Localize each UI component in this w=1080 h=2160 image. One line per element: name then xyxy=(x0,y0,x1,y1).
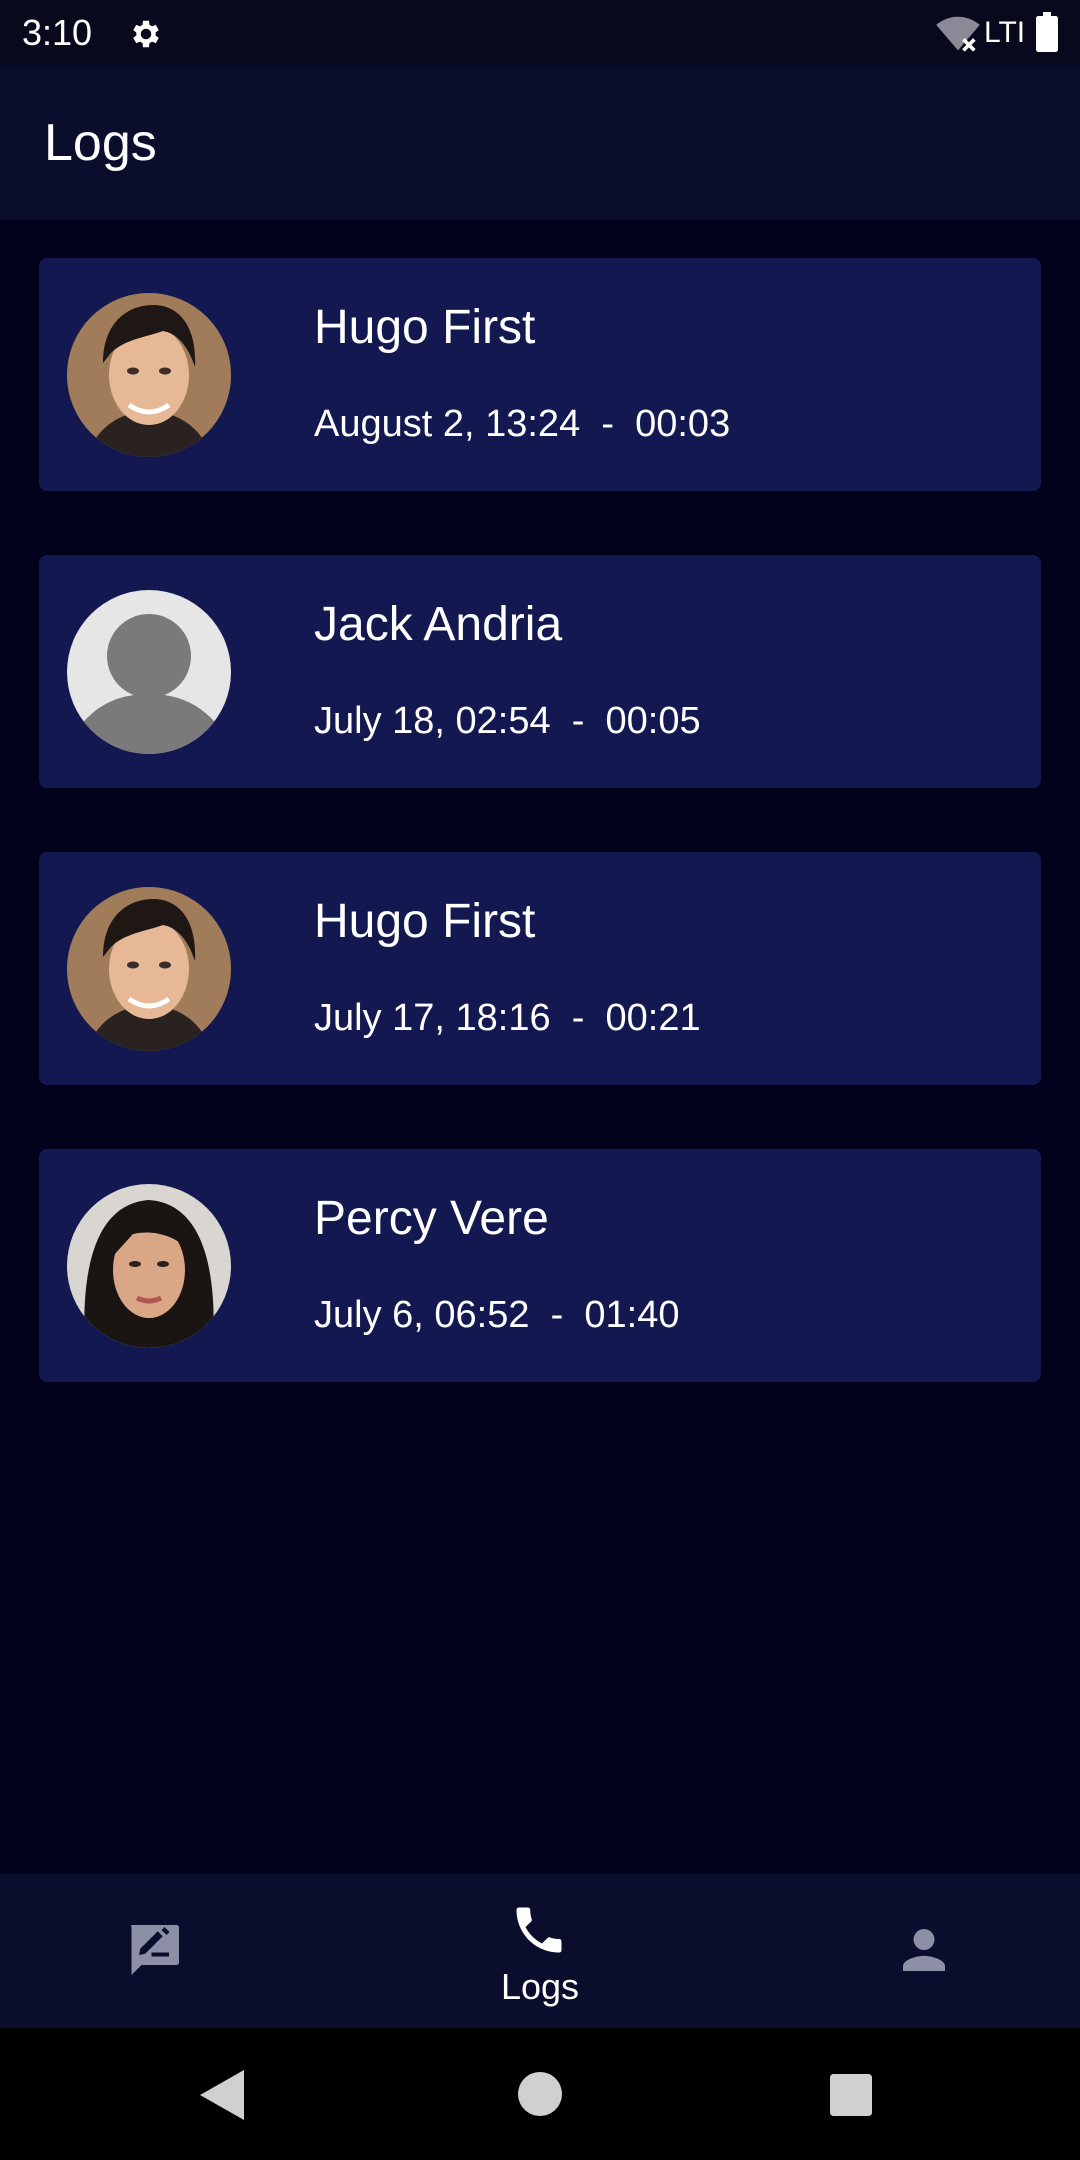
phone-icon xyxy=(516,1907,562,1953)
call-duration: 00:03 xyxy=(635,403,731,445)
battery-icon xyxy=(1036,12,1058,52)
person-icon xyxy=(903,1929,945,1971)
meta-separator: - xyxy=(550,700,606,742)
wifi-off-icon xyxy=(936,16,980,52)
log-item[interactable]: Percy Vere July 6, 06:52 - 01:40 xyxy=(39,1149,1041,1382)
log-item[interactable]: Hugo First August 2, 13:24 - 00:03 xyxy=(39,258,1041,491)
recents-icon[interactable] xyxy=(830,2074,872,2116)
call-duration: 01:40 xyxy=(584,1294,680,1336)
page-title: Logs xyxy=(44,114,157,172)
call-datetime: July 6, 06:52 xyxy=(314,1294,530,1336)
nav-profile[interactable] xyxy=(770,1874,1080,2028)
call-meta: July 17, 18:16 - 00:21 xyxy=(314,992,701,1044)
avatar-photo-icon xyxy=(67,293,231,457)
avatar xyxy=(67,590,231,754)
call-datetime: August 2, 13:24 xyxy=(314,403,581,445)
avatar-photo-icon xyxy=(67,1184,231,1348)
call-duration: 00:21 xyxy=(605,997,701,1039)
call-meta: July 6, 06:52 - 01:40 xyxy=(314,1289,679,1341)
meta-separator: - xyxy=(580,403,636,445)
contact-name: Hugo First xyxy=(314,895,536,948)
call-datetime: July 17, 18:16 xyxy=(314,997,551,1039)
back-icon[interactable] xyxy=(200,2070,248,2120)
meta-separator: - xyxy=(550,997,606,1039)
call-datetime: July 18, 02:54 xyxy=(314,700,551,742)
call-duration: 00:05 xyxy=(605,700,701,742)
avatar-photo-icon xyxy=(67,887,231,1051)
log-item[interactable]: Hugo First July 17, 18:16 - 00:21 xyxy=(39,852,1041,1085)
app-bar: Logs xyxy=(0,66,1080,220)
system-navigation-bar xyxy=(0,2028,1080,2160)
call-meta: July 18, 02:54 - 00:05 xyxy=(314,695,701,747)
call-meta: August 2, 13:24 - 00:03 xyxy=(314,398,730,450)
network-label: LTI xyxy=(984,16,1026,49)
avatar xyxy=(67,293,231,457)
log-item[interactable]: Jack Andria July 18, 02:54 - 00:05 xyxy=(39,555,1041,788)
meta-separator: - xyxy=(529,1294,585,1336)
status-time: 3:10 xyxy=(22,12,93,53)
messages-icon xyxy=(131,1925,179,1975)
gear-icon xyxy=(133,20,159,48)
status-bar: 3:10 LTI xyxy=(0,0,1080,66)
default-person-icon xyxy=(67,590,231,754)
nav-logs-label: Logs xyxy=(500,1966,580,2007)
nav-logs[interactable]: Logs xyxy=(385,1874,695,2028)
nav-messages[interactable] xyxy=(0,1874,310,2028)
avatar xyxy=(67,887,231,1051)
contact-name: Hugo First xyxy=(314,301,536,354)
bottom-navigation: Logs xyxy=(0,1874,1080,2028)
avatar xyxy=(67,1184,231,1348)
contact-name: Jack Andria xyxy=(314,598,563,651)
contact-name: Percy Vere xyxy=(314,1192,549,1245)
home-icon[interactable] xyxy=(518,2072,562,2116)
